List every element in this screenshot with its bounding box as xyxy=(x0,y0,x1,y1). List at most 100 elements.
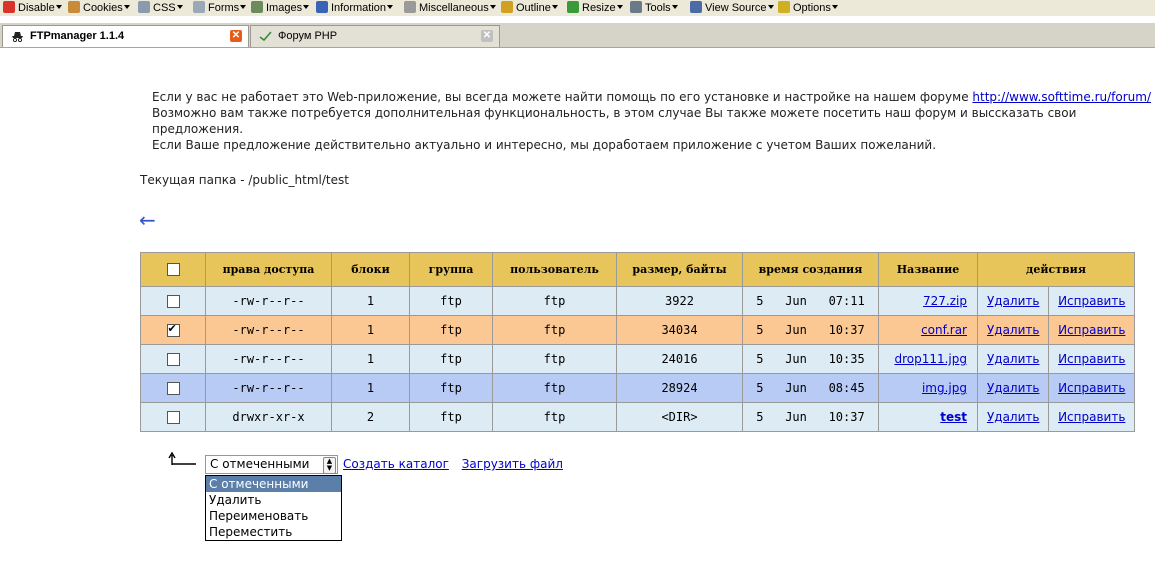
toolbar-label: Outline xyxy=(516,2,551,14)
option-move[interactable]: Переместить xyxy=(206,524,341,540)
cell-size: 28924 xyxy=(616,373,743,403)
cell-size: <DIR> xyxy=(616,402,743,432)
close-tab-icon[interactable]: ✕ xyxy=(481,30,493,42)
delete-link[interactable]: Удалить xyxy=(987,381,1040,395)
edit-link[interactable]: Исправить xyxy=(1058,294,1125,308)
row-checkbox-cell xyxy=(140,402,206,432)
cell-user: ftp xyxy=(492,315,617,345)
created-day: 5 xyxy=(756,294,764,308)
cell-delete: Удалить xyxy=(976,402,1050,432)
cell-name: 727.zip xyxy=(878,286,978,316)
dropdown-arrow-icon xyxy=(671,5,678,9)
col-permissions: права доступа xyxy=(205,252,332,287)
tools-icon xyxy=(630,1,642,13)
row-checkbox[interactable] xyxy=(166,411,180,424)
file-name-link[interactable]: 727.zip xyxy=(923,294,967,308)
cell-name: test xyxy=(878,402,978,432)
toolbar-view-source-menu[interactable]: View Source xyxy=(690,0,774,16)
toolbar-label: Resize xyxy=(582,2,616,14)
row-checkbox[interactable] xyxy=(166,353,180,366)
delete-link[interactable]: Удалить xyxy=(987,294,1040,308)
tab-ftpmanager[interactable]: FTPmanager 1.1.4 ✕ xyxy=(2,25,249,47)
cell-delete: Удалить xyxy=(976,344,1050,374)
toolbar-forms-menu[interactable]: Forms xyxy=(193,0,247,16)
toolbar-miscellaneous-menu[interactable]: Miscellaneous xyxy=(404,0,496,16)
cell-name: conf.rar xyxy=(878,315,978,345)
file-name-link[interactable]: conf.rar xyxy=(921,323,967,337)
web-developer-toolbar: Disable Cookies CSS Forms Images Information M… xyxy=(0,0,1155,16)
upload-file-link[interactable]: Загрузить файл xyxy=(462,457,563,471)
info-line-1: Если у вас не работает это Web-приложени… xyxy=(152,90,973,104)
toolbar-images-menu[interactable]: Images xyxy=(251,0,310,16)
toolbar-cookies-menu[interactable]: Cookies xyxy=(68,0,130,16)
toolbar-outline-menu[interactable]: Outline xyxy=(501,0,558,16)
dropdown-arrow-icon xyxy=(616,5,623,9)
row-checkbox[interactable] xyxy=(166,295,180,308)
toolbar-options-menu[interactable]: Options xyxy=(778,0,838,16)
edit-link[interactable]: Исправить xyxy=(1058,410,1125,424)
check-icon xyxy=(259,31,272,42)
disable-icon xyxy=(3,1,15,13)
created-month: Jun xyxy=(785,323,807,337)
info-line-2: Возможно вам также потребуется дополните… xyxy=(152,106,1077,136)
cell-user: ftp xyxy=(492,286,617,316)
cell-permissions: -rw-r--r-- xyxy=(205,315,332,345)
row-checkbox-cell xyxy=(140,286,206,316)
created-time: 10:37 xyxy=(828,323,865,337)
cell-edit: Исправить xyxy=(1048,344,1135,374)
spy-icon xyxy=(12,32,23,42)
toolbar-resize-menu[interactable]: Resize xyxy=(567,0,623,16)
toolbar-tools-menu[interactable]: Tools xyxy=(630,0,678,16)
file-name-link[interactable]: img.jpg xyxy=(922,381,967,395)
tab-forum-php[interactable]: Форум PHP ✕ xyxy=(250,25,500,47)
edit-link[interactable]: Исправить xyxy=(1058,323,1125,337)
toolbar-label: CSS xyxy=(153,2,176,14)
cookies-icon xyxy=(68,1,80,13)
col-created: время создания xyxy=(742,252,879,287)
file-name-link[interactable]: drop111.jpg xyxy=(894,352,967,366)
created-time: 07:11 xyxy=(828,294,865,308)
tab-label: FTPmanager 1.1.4 xyxy=(30,30,125,42)
cell-user: ftp xyxy=(492,402,617,432)
back-arrow-icon[interactable]: ← xyxy=(139,208,156,232)
dropdown-arrow-icon xyxy=(831,5,838,9)
toolbar-disable-menu[interactable]: Disable xyxy=(3,0,62,16)
dropdown-arrow-icon xyxy=(767,5,774,9)
created-month: Jun xyxy=(785,410,807,424)
cell-blocks: 1 xyxy=(331,344,410,374)
images-icon xyxy=(251,1,263,13)
cell-permissions: drwxr-xr-x xyxy=(205,402,332,432)
cell-blocks: 1 xyxy=(331,315,410,345)
edit-link[interactable]: Исправить xyxy=(1058,381,1125,395)
information-icon xyxy=(316,1,328,13)
outline-icon xyxy=(501,1,513,13)
toolbar-information-menu[interactable]: Information xyxy=(316,0,394,16)
spinner-icon: ▲ ▼ xyxy=(323,457,336,474)
toolbar-css-menu[interactable]: CSS xyxy=(138,0,183,16)
miscellaneous-icon xyxy=(404,1,416,13)
select-all-checkbox[interactable] xyxy=(166,263,180,277)
delete-link[interactable]: Удалить xyxy=(987,410,1040,424)
bulk-action-select[interactable]: С отмеченными ▲ ▼ xyxy=(205,455,338,474)
delete-link[interactable]: Удалить xyxy=(987,352,1040,366)
close-tab-icon[interactable]: ✕ xyxy=(230,30,242,42)
delete-link[interactable]: Удалить xyxy=(987,323,1040,337)
current-folder: Текущая папка - /public_html/test xyxy=(140,173,349,187)
forum-link[interactable]: http://www.softtime.ru/forum/ xyxy=(972,90,1151,104)
edit-link[interactable]: Исправить xyxy=(1058,352,1125,366)
create-dir-link[interactable]: Создать каталог xyxy=(343,457,449,471)
col-size: размер, байты xyxy=(616,252,743,287)
col-blocks: блоки xyxy=(331,252,410,287)
cell-permissions: -rw-r--r-- xyxy=(205,344,332,374)
row-checkbox[interactable] xyxy=(166,322,180,337)
col-actions: действия xyxy=(977,252,1135,287)
option-with-selected[interactable]: С отмеченными xyxy=(206,476,341,492)
row-checkbox[interactable] xyxy=(166,382,180,395)
option-delete[interactable]: Удалить xyxy=(206,492,341,508)
cell-name: drop111.jpg xyxy=(878,344,978,374)
option-rename[interactable]: Переименовать xyxy=(206,508,341,524)
file-name-link[interactable]: test xyxy=(940,410,967,424)
toolbar-label: Images xyxy=(266,2,303,14)
select-all-cell xyxy=(140,252,206,287)
table-row: -rw-r--r-- 1 ftp ftp 24016 5 Jun 10:35 drop111… xyxy=(140,344,1135,374)
